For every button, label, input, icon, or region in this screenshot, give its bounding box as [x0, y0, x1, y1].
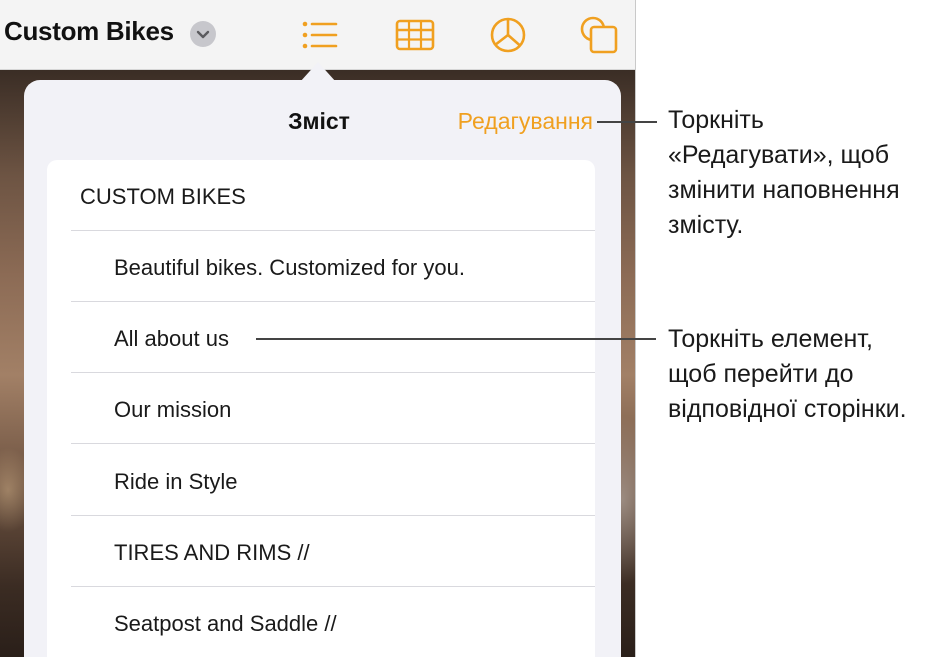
toc-item-label: Beautiful bikes. Customized for you.	[114, 255, 465, 280]
toc-popover: Зміст Редагування CUSTOM BIKES Beautiful…	[24, 80, 621, 657]
item-callout: Торкніть елемент, щоб перейти до відпові…	[668, 322, 907, 427]
toc-item-label: Seatpost and Saddle //	[114, 611, 337, 636]
toc-item[interactable]: Our mission	[47, 373, 595, 444]
item-callout-line-2: щоб перейти до	[668, 360, 854, 388]
shapes-icon[interactable]	[578, 14, 620, 56]
edit-callout-line-4: змісту.	[668, 211, 744, 239]
edit-callout-line-2: «Редагувати», щоб	[668, 141, 890, 169]
edit-callout-line-3: змінити наповнення	[668, 176, 900, 204]
toolbar: Custom Bikes	[0, 0, 635, 70]
app-window: Custom Bikes Зміст Редагування CUSTOM BI…	[0, 0, 636, 657]
toc-item[interactable]: Beautiful bikes. Customized for you.	[47, 231, 595, 302]
toc-item[interactable]: TIRES AND RIMS //	[47, 516, 595, 587]
toc-item-label: Our mission	[114, 397, 232, 422]
toc-item-label: All about us	[114, 326, 229, 351]
table-icon[interactable]	[394, 14, 436, 56]
edit-callout-line-1: Торкніть	[668, 106, 764, 134]
toc-item[interactable]: Ride in Style	[47, 445, 595, 516]
toc-item-label: Ride in Style	[114, 469, 238, 494]
edit-button[interactable]: Редагування	[458, 108, 593, 135]
edit-callout-line	[597, 121, 657, 123]
toc-item-label: CUSTOM BIKES	[80, 184, 246, 209]
toc-item-label: TIRES AND RIMS //	[114, 540, 310, 565]
toc-item[interactable]: CUSTOM BIKES	[47, 160, 595, 231]
popover-arrow	[300, 62, 336, 82]
item-callout-line	[256, 338, 656, 340]
item-callout-line-1: Торкніть елемент,	[668, 325, 873, 353]
row-divider	[71, 443, 595, 444]
document-title[interactable]: Custom Bikes	[4, 16, 174, 47]
item-callout-line-3: відповідної сторінки.	[668, 395, 907, 423]
toc-title: Зміст	[288, 108, 350, 134]
toc-list: CUSTOM BIKES Beautiful bikes. Customized…	[47, 160, 595, 657]
edit-callout: Торкніть «Редагувати», щоб змінити напов…	[668, 103, 900, 243]
chevron-down-icon[interactable]	[190, 21, 216, 47]
list-icon[interactable]	[298, 14, 340, 56]
pie-chart-icon[interactable]	[487, 14, 529, 56]
toc-item[interactable]: Seatpost and Saddle //	[47, 587, 595, 657]
